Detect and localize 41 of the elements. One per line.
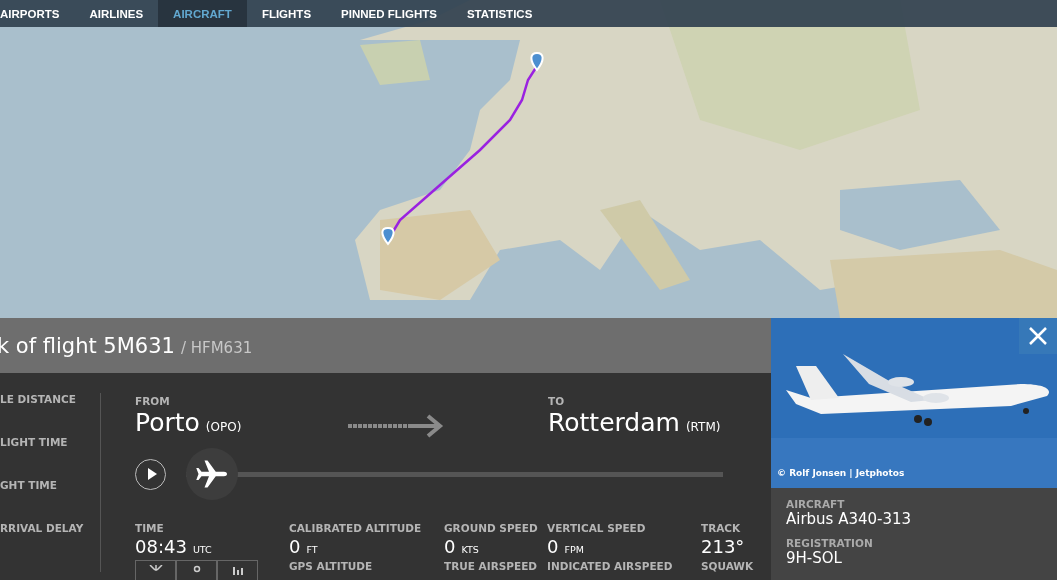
stat-label: INDICATED AIRSPEED [547, 560, 674, 572]
stat-value: 0 [289, 536, 301, 557]
airplane-icon[interactable] [186, 448, 238, 500]
stat-label: LIGHT TIME [0, 436, 69, 450]
stat-label: VERTICAL SPEED [547, 522, 647, 534]
close-button[interactable] [1019, 318, 1057, 354]
chart-button[interactable] [217, 560, 258, 580]
play-icon [147, 468, 157, 480]
arrow-icon [348, 414, 444, 438]
callsign: / HFM631 [180, 338, 253, 357]
stat-label: GROUND SPEED [444, 522, 539, 534]
unit-label: FT [306, 544, 318, 555]
stat-value: 213° [701, 536, 745, 557]
airport-code: (RTM) [685, 420, 721, 434]
collapse-button[interactable] [135, 560, 176, 580]
to-label: TO [548, 395, 566, 407]
stat-label: GHT TIME [0, 479, 58, 493]
stat-label: GPS ALTITUDE [289, 560, 374, 572]
from-label: FROM [135, 395, 171, 407]
field-label: REGISTRATION [786, 537, 874, 549]
field-label: AIRCRAFT [786, 498, 846, 510]
stat-value: 0 [444, 536, 456, 557]
stat-label: RRIVAL DELAY [0, 522, 85, 536]
photo-credit: © Rolf Jonsen | Jetphotos [777, 468, 905, 478]
stat-value: 0 [547, 536, 559, 557]
field-value: Airbus A340-313 [786, 510, 913, 528]
stat-label: TIME [135, 522, 165, 534]
field-value: 9H-SOL [786, 549, 843, 567]
close-icon [1028, 326, 1048, 346]
airport-code: (OPO) [205, 420, 242, 434]
city-name: Rotterdam [548, 408, 680, 437]
unit-label: FPM [564, 544, 584, 555]
stat-label: CALIBRATED ALTITUDE [289, 522, 423, 534]
stat-label: SQUAWK [701, 560, 755, 572]
stat-label: TRUE AIRSPEED [444, 560, 539, 572]
stat-label: TRACK [701, 522, 742, 534]
unit-label: UTC [192, 544, 212, 555]
stat-value: 08:43 [135, 536, 187, 557]
unit-label: KTS [461, 544, 479, 555]
city-name: Porto [135, 408, 200, 437]
stat-label: LE DISTANCE [0, 393, 77, 407]
